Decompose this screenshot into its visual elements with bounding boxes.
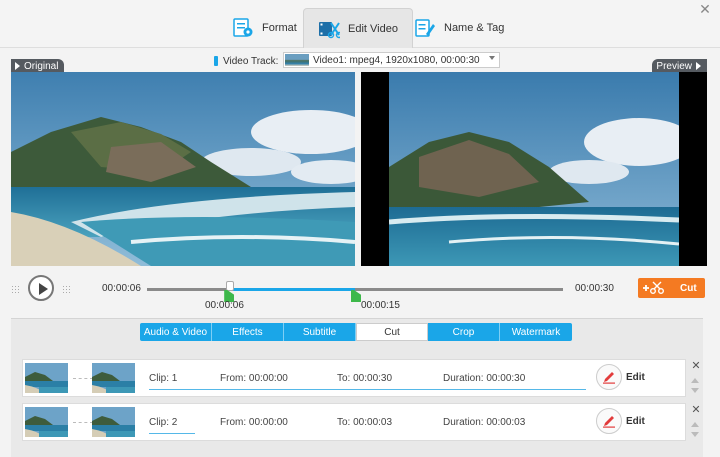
tab-format-label: Format — [262, 22, 297, 34]
preview-video-image — [389, 72, 679, 266]
clip-connector — [73, 378, 93, 379]
clip-end-thumbnail — [92, 363, 135, 393]
move-up-icon[interactable] — [691, 378, 699, 383]
tab-edit-video[interactable]: Edit Video — [303, 8, 413, 48]
name-tag-icon — [415, 19, 435, 37]
current-time: 00:00:06 — [102, 283, 141, 294]
original-video-image — [11, 72, 355, 266]
drag-handle-icon[interactable] — [11, 285, 21, 295]
move-down-icon[interactable] — [691, 388, 699, 393]
edit-clip-label[interactable]: Edit — [626, 416, 645, 427]
tab-audio-video[interactable]: Audio & Video — [140, 323, 212, 341]
timeline-track[interactable] — [147, 281, 563, 302]
clip-end-thumbnail — [92, 407, 135, 437]
clip-duration: Duration: 00:00:03 — [443, 417, 526, 428]
tab-crop[interactable]: Crop — [428, 323, 500, 341]
playback-controls: 00:00:06 00:00:06 00:00:15 00:00:30 Cut — [0, 270, 720, 314]
pencil-icon — [603, 416, 615, 428]
video-track-thumbnail — [285, 54, 309, 66]
clip-duration: Duration: 00:00:30 — [443, 373, 526, 384]
close-icon[interactable]: ✕ — [698, 2, 712, 16]
remove-clip-icon[interactable]: ✕ — [690, 403, 702, 416]
playhead-handle[interactable] — [226, 281, 235, 291]
clip-connector — [73, 422, 93, 423]
tab-name-tag[interactable]: Name & Tag — [400, 8, 518, 48]
pencil-icon — [603, 372, 615, 384]
remove-clip-icon[interactable]: ✕ — [690, 359, 702, 372]
total-time: 00:00:30 — [575, 283, 614, 294]
preview-label-text: Preview — [656, 60, 692, 72]
edit-clip-button[interactable] — [596, 408, 622, 434]
drag-handle-icon[interactable] — [62, 285, 72, 295]
move-down-icon[interactable] — [691, 432, 699, 437]
edit-clip-label[interactable]: Edit — [626, 372, 645, 383]
end-marker[interactable] — [351, 290, 361, 302]
play-icon — [39, 283, 48, 295]
clip-row[interactable]: Clip: 1 From: 00:00:00 To: 00:00:30 Dura… — [22, 359, 701, 397]
end-marker-time: 00:00:15 — [361, 300, 400, 311]
cut-button[interactable]: Cut — [638, 278, 705, 298]
editor-workspace: Video Track: Video1: mpeg4, 1920x1080, 0… — [0, 48, 720, 457]
edit-tabs: Audio & Video Effects Subtitle Cut Crop … — [140, 323, 572, 341]
tab-effects[interactable]: Effects — [212, 323, 284, 341]
edit-video-icon — [319, 21, 340, 38]
original-label-text: Original — [24, 60, 59, 72]
video-track-text: Video Track: — [223, 55, 279, 67]
preview-label: Preview — [652, 59, 707, 73]
top-tab-bar: Format Edit Video Name & Tag ✕ — [0, 0, 720, 48]
clip-from: From: 00:00:00 — [220, 417, 288, 428]
move-up-icon[interactable] — [691, 422, 699, 427]
preview-video-frame — [361, 72, 707, 266]
start-marker-time: 00:00:06 — [205, 300, 244, 311]
selected-range — [230, 288, 355, 291]
chevron-down-icon — [489, 56, 495, 60]
clip-start-thumbnail — [25, 407, 68, 437]
cut-panel: Audio & Video Effects Subtitle Cut Crop … — [11, 318, 703, 457]
clip-start-thumbnail — [25, 363, 68, 393]
tab-watermark[interactable]: Watermark — [500, 323, 572, 341]
tab-cut[interactable]: Cut — [356, 323, 428, 341]
clip-to: To: 00:00:03 — [337, 417, 393, 428]
format-icon — [233, 18, 253, 37]
video-track-label: Video Track: — [214, 53, 278, 69]
clip-length-bar — [149, 433, 195, 434]
cut-button-label: Cut — [680, 282, 697, 294]
clip-row[interactable]: Clip: 2 From: 00:00:00 To: 00:00:03 Dura… — [22, 403, 701, 441]
tab-subtitle[interactable]: Subtitle — [284, 323, 356, 341]
clip-length-bar — [149, 389, 586, 390]
play-triangle-icon — [696, 62, 701, 70]
tab-edit-video-label: Edit Video — [348, 22, 398, 35]
add-cut-icon — [643, 281, 664, 294]
edit-clip-button[interactable] — [596, 364, 622, 390]
video-track-select[interactable]: Video1: mpeg4, 1920x1080, 00:00:30 — [283, 52, 500, 68]
tab-name-tag-label: Name & Tag — [444, 22, 505, 34]
original-video-frame — [11, 72, 355, 266]
original-label: Original — [11, 59, 65, 73]
play-button[interactable] — [28, 275, 54, 301]
tab-format[interactable]: Format — [218, 8, 311, 48]
video-track-indicator — [214, 56, 218, 66]
clip-number: Clip: 1 — [149, 373, 178, 384]
clip-number: Clip: 2 — [149, 417, 178, 428]
video-track-value: Video1: mpeg4, 1920x1080, 00:00:30 — [313, 54, 480, 66]
clip-to: To: 00:00:30 — [337, 373, 393, 384]
clip-from: From: 00:00:00 — [220, 373, 288, 384]
play-triangle-icon — [15, 62, 20, 70]
